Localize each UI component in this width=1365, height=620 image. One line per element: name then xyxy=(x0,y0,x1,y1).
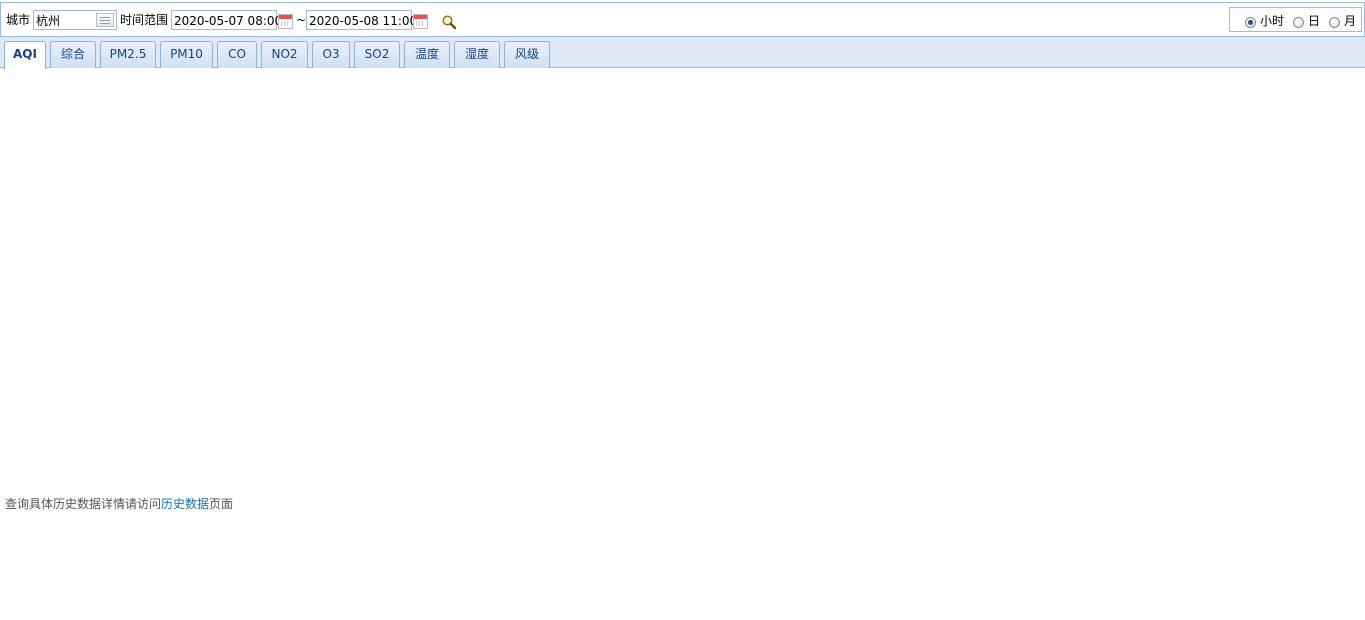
start-time-value: 2020-05-07 08:00 xyxy=(174,14,283,28)
end-time-value: 2020-05-08 11:00 xyxy=(309,14,418,28)
end-time-input[interactable]: 2020-05-08 11:00 xyxy=(306,10,417,30)
history-note-suffix: 页面 xyxy=(209,497,234,511)
query-toolbar: 城市 杭州 时间范围 2020-05-07 08:00 ~ 2020-05-08… xyxy=(0,2,1365,37)
calendar-icon[interactable] xyxy=(413,14,428,29)
tab-wind-level[interactable]: 风级 xyxy=(504,41,550,68)
tab-aqi[interactable]: AQI xyxy=(4,41,46,69)
radio-month-label[interactable]: 月 xyxy=(1344,14,1356,28)
tab-pm10[interactable]: PM10 xyxy=(160,41,213,68)
history-note: 查询具体历史数据详情请访问历史数据页面 xyxy=(5,495,233,512)
granularity-radio-group: 小时 日 月 xyxy=(1229,7,1362,32)
history-data-link[interactable]: 历史数据 xyxy=(161,497,209,511)
tab-pm25[interactable]: PM2.5 xyxy=(100,41,156,68)
radio-month[interactable] xyxy=(1329,17,1340,28)
tab-composite[interactable]: 综合 xyxy=(50,41,96,68)
tab-humidity[interactable]: 湿度 xyxy=(454,41,500,68)
city-select[interactable]: 杭州 xyxy=(33,10,117,30)
radio-hour-label[interactable]: 小时 xyxy=(1260,14,1284,28)
tab-o3[interactable]: O3 xyxy=(312,41,350,68)
pollutant-tab-strip: AQI 综合 PM2.5 PM10 CO NO2 O3 SO2 温度 湿度 风级 xyxy=(0,37,1365,69)
tab-so2[interactable]: SO2 xyxy=(354,41,400,68)
tab-co[interactable]: CO xyxy=(217,41,257,68)
city-label: 城市 xyxy=(6,13,31,27)
range-separator: ~ xyxy=(296,13,307,27)
tab-no2[interactable]: NO2 xyxy=(261,41,308,68)
start-time-input[interactable]: 2020-05-07 08:00 xyxy=(171,10,282,30)
calendar-icon[interactable] xyxy=(278,14,293,29)
city-value: 杭州 xyxy=(36,14,61,28)
search-icon[interactable] xyxy=(441,14,457,30)
tab-temperature[interactable]: 温度 xyxy=(404,41,450,68)
radio-day[interactable] xyxy=(1293,17,1304,28)
history-note-prefix: 查询具体历史数据详情请访问 xyxy=(5,497,162,511)
radio-day-label[interactable]: 日 xyxy=(1308,14,1320,28)
list-icon[interactable] xyxy=(96,13,114,27)
radio-hour[interactable] xyxy=(1245,17,1256,28)
time-range-label: 时间范围 xyxy=(120,13,169,27)
